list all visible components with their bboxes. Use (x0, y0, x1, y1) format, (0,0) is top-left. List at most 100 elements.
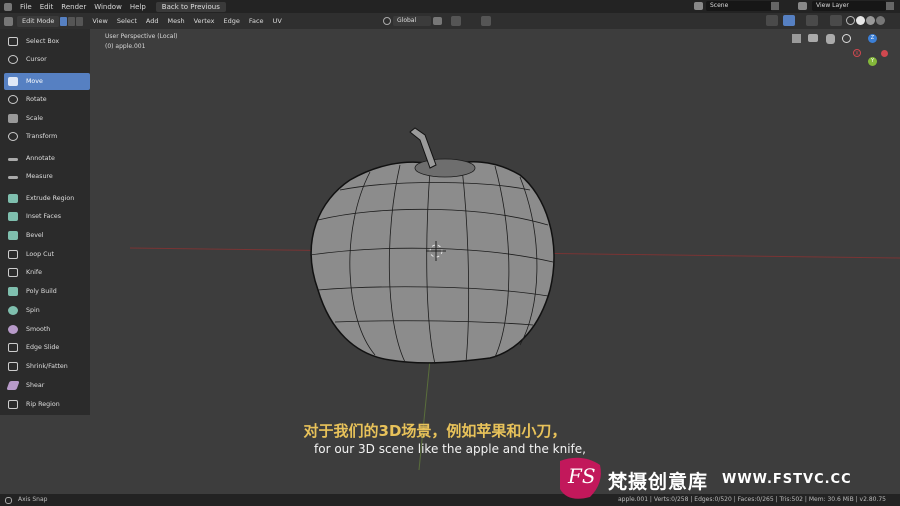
loop-cut-icon (8, 250, 18, 259)
inset-icon (8, 212, 18, 221)
apple-stem (409, 127, 437, 169)
menu-face[interactable]: Face (249, 17, 264, 25)
scene-icon[interactable] (694, 2, 703, 10)
tool-select-box[interactable]: Select Box (4, 33, 90, 50)
knife-icon (8, 268, 18, 277)
viewport-perspective-label: User Perspective (Local) (105, 33, 178, 40)
menu-view[interactable]: View (92, 17, 107, 25)
tool-smooth[interactable]: Smooth (4, 321, 90, 338)
xray-icon[interactable] (830, 15, 842, 26)
editor-type-icon[interactable] (4, 2, 12, 11)
subtitle-english: for our 3D scene like the apple and the … (314, 442, 586, 456)
shrink-fatten-icon (8, 362, 18, 371)
orientation-gizmo[interactable]: Z X Y (851, 33, 891, 73)
quad-view-icon[interactable] (792, 34, 801, 43)
scale-icon (8, 114, 18, 123)
rotate-icon (8, 95, 18, 104)
tool-transform[interactable]: Transform (4, 128, 90, 145)
tool-shear[interactable]: Shear (4, 377, 90, 394)
select-box-icon (8, 37, 18, 46)
extrude-icon (8, 194, 18, 203)
watermark-text: 梵摄创意库 (608, 471, 709, 493)
tool-measure[interactable]: Measure (4, 168, 90, 185)
smooth-icon (8, 325, 18, 334)
menu-file[interactable]: File (20, 3, 32, 11)
shading-rendered-icon[interactable] (876, 16, 885, 25)
cursor-icon (8, 55, 18, 64)
tool-loop-cut[interactable]: Loop Cut (4, 246, 90, 263)
menu-help[interactable]: Help (130, 3, 146, 11)
menu-edit[interactable]: Edit (40, 3, 54, 11)
menu-vertex[interactable]: Vertex (194, 17, 215, 25)
tool-rotate[interactable]: Rotate (4, 91, 90, 108)
view-layer-icon[interactable] (798, 2, 807, 10)
watermark-logo-text: FS (568, 464, 596, 488)
snap-icon[interactable] (451, 16, 461, 26)
new-view-layer-icon[interactable] (886, 2, 894, 10)
status-stats: apple.001 | Verts:0/258 | Edges:0/520 | … (618, 496, 886, 503)
face-select-icon[interactable] (76, 16, 84, 26)
tool-poly-build[interactable]: Poly Build (4, 283, 90, 300)
move-icon (8, 77, 18, 86)
shading-solid-icon[interactable] (856, 16, 865, 25)
rip-region-icon (8, 400, 18, 409)
tool-extrude-region[interactable]: Extrude Region (4, 190, 90, 207)
bevel-icon (8, 231, 18, 240)
edge-select-icon[interactable] (68, 16, 76, 26)
view-layer-selector[interactable]: View Layer (812, 1, 886, 11)
tool-knife[interactable]: Knife (4, 264, 90, 281)
tool-spin[interactable]: Spin (4, 302, 90, 319)
edge-slide-icon (8, 343, 18, 352)
watermark-url: WWW.FSTVC.CC (722, 472, 852, 487)
zoom-icon[interactable] (842, 34, 851, 43)
gizmo-neg-x-axis[interactable] (881, 50, 888, 57)
toolbar: Select Box Cursor Move Rotate Scale Tran… (0, 29, 90, 415)
apple-mesh (309, 158, 555, 365)
tool-edge-slide[interactable]: Edge Slide (4, 339, 90, 356)
shear-icon (6, 381, 20, 390)
new-scene-icon[interactable] (771, 2, 779, 10)
tool-move[interactable]: Move (4, 73, 90, 90)
visibility-icon[interactable] (766, 15, 778, 26)
viewport-header: Edit Mode View Select Add Mesh Vertex Ed… (0, 13, 900, 29)
pan-hand-icon[interactable] (826, 34, 835, 44)
spin-icon (8, 306, 18, 315)
gizmo-y-axis[interactable]: Y (868, 57, 877, 66)
menu-uv[interactable]: UV (273, 17, 282, 25)
scene-selector[interactable]: Scene (706, 1, 772, 11)
transform-icon (8, 132, 18, 141)
mode-dropdown[interactable]: Edit Mode (17, 15, 60, 27)
mouse-icon (5, 497, 12, 504)
poly-build-icon (8, 287, 18, 296)
orientation-icon[interactable] (383, 17, 391, 25)
tool-rip-region[interactable]: Rip Region (4, 396, 90, 413)
overlay-icon[interactable] (806, 15, 818, 26)
editor-type-icon[interactable] (4, 16, 13, 26)
tool-shrink-fatten[interactable]: Shrink/Fatten (4, 358, 90, 375)
menu-window[interactable]: Window (94, 3, 122, 11)
menu-edge[interactable]: Edge (224, 17, 240, 25)
x-axis-line (129, 247, 900, 259)
tool-annotate[interactable]: Annotate (4, 150, 90, 167)
viewport-object-label: (0) apple.001 (105, 43, 146, 50)
pivot-icon[interactable] (433, 17, 442, 25)
menu-add[interactable]: Add (146, 17, 159, 25)
annotate-icon (8, 158, 18, 161)
back-to-previous-button[interactable]: Back to Previous (155, 1, 226, 12)
menu-render[interactable]: Render (61, 3, 86, 11)
shading-material-icon[interactable] (866, 16, 875, 25)
menu-mesh[interactable]: Mesh (167, 17, 184, 25)
menu-select[interactable]: Select (117, 17, 137, 25)
gizmo-x-axis[interactable]: X (853, 49, 861, 57)
shading-wireframe-icon[interactable] (846, 16, 855, 25)
gizmo-z-axis[interactable]: Z (868, 34, 877, 43)
tool-scale[interactable]: Scale (4, 110, 90, 127)
proportional-edit-icon[interactable] (481, 16, 491, 26)
tool-cursor[interactable]: Cursor (4, 51, 90, 68)
camera-view-icon[interactable] (808, 34, 818, 42)
vertex-select-icon[interactable] (60, 16, 68, 26)
transform-orientation-dropdown[interactable]: Global (393, 16, 431, 26)
tool-bevel[interactable]: Bevel (4, 227, 90, 244)
gizmo-toggle-icon[interactable] (783, 15, 795, 26)
tool-inset-faces[interactable]: Inset Faces (4, 208, 90, 225)
